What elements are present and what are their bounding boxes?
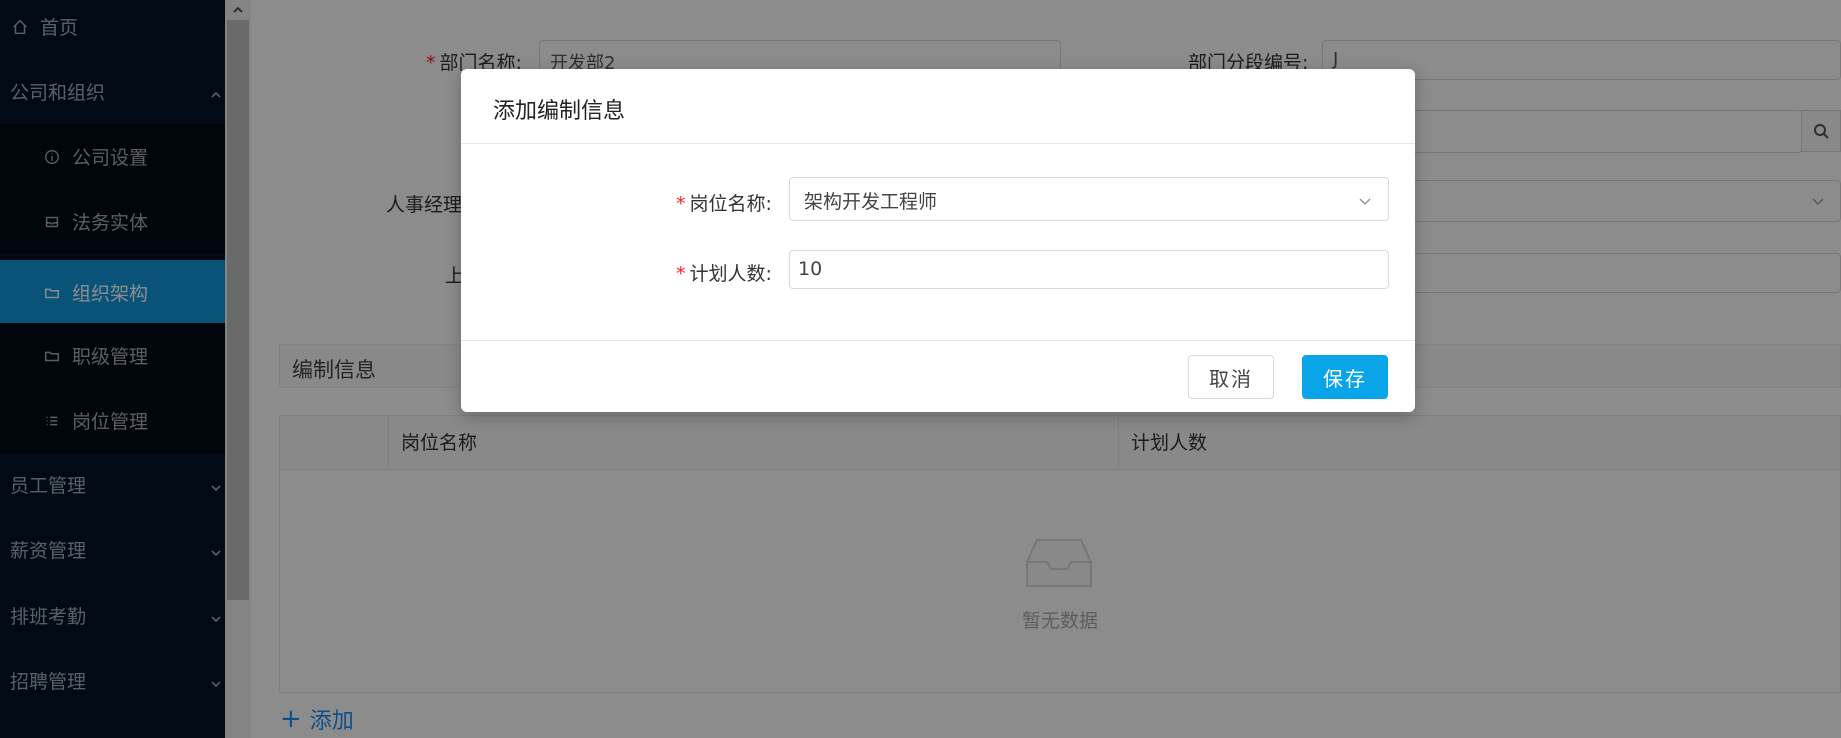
modal-footer: 取消 保存 xyxy=(461,340,1415,412)
cancel-button[interactable]: 取消 xyxy=(1188,355,1274,399)
save-button[interactable]: 保存 xyxy=(1302,355,1388,399)
headcount-label: * 计划人数: xyxy=(676,263,772,285)
modal-title: 添加编制信息 xyxy=(493,99,626,124)
position-name-select[interactable]: 架构开发工程师 xyxy=(789,177,1389,221)
headcount-input[interactable]: 10 xyxy=(789,250,1389,289)
add-staffing-modal: 添加编制信息 * 岗位名称: 架构开发工程师 * 计划人数: 10 取消 保存 xyxy=(461,69,1415,412)
chevron-down-icon xyxy=(1356,192,1374,210)
position-name-label: * 岗位名称: xyxy=(676,193,772,215)
modal-header: 添加编制信息 xyxy=(461,69,1415,144)
